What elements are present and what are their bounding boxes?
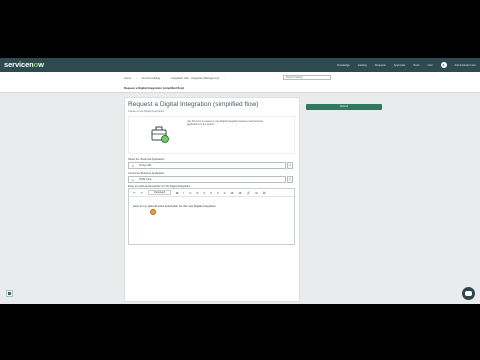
align-justify-icon[interactable]: ≡ bbox=[224, 191, 226, 195]
top-navigation: servicenow Knowledge Catalog Requests Ap… bbox=[0, 58, 480, 72]
nav-item-approvals[interactable]: Approvals bbox=[394, 64, 406, 67]
chevron-right-icon: › bbox=[135, 77, 137, 80]
servicenow-logo[interactable]: servicenow bbox=[4, 60, 44, 69]
table-icon[interactable]: ⊞ bbox=[255, 191, 258, 195]
nav-item-knowledge[interactable]: Knowledge bbox=[337, 64, 350, 67]
nav-items: Knowledge Catalog Requests Approvals Tou… bbox=[337, 58, 476, 72]
technical-application-value: Vinsys HR bbox=[139, 164, 152, 167]
breadcrumb-integration-hub[interactable]: Integration Hub - Integration Management bbox=[171, 77, 219, 80]
app-switcher-icon[interactable] bbox=[6, 290, 13, 297]
nav-item-tours[interactable]: Tours bbox=[413, 64, 419, 67]
search-input[interactable]: Search Catalog bbox=[283, 75, 331, 80]
briefcase-icon bbox=[151, 126, 169, 143]
description-editor[interactable]: ↶ ↷ Paragraph B I U S ≡ ≡ ≡ ≡ ≔ ≔ 🔗 ⊞ ⌘ bbox=[128, 188, 295, 245]
nav-item-catalog[interactable]: Catalog bbox=[358, 64, 367, 67]
redo-icon[interactable]: ↷ bbox=[141, 191, 144, 195]
required-icon: ● bbox=[132, 178, 134, 182]
form-hero-text: Use this form to request a new Digital I… bbox=[187, 120, 263, 127]
request-form-card: Request a Digital Integration (simplifie… bbox=[124, 97, 300, 302]
form-hero: Use this form to request a new Digital I… bbox=[128, 116, 295, 154]
chevron-right-icon: › bbox=[165, 77, 166, 80]
resize-handle-icon[interactable]: ⋰ bbox=[289, 239, 292, 243]
italic-button[interactable]: I bbox=[183, 191, 184, 195]
nav-item-requests[interactable]: Requests bbox=[375, 64, 386, 67]
undo-icon[interactable]: ↶ bbox=[133, 191, 136, 195]
technical-application-clear-button[interactable]: × bbox=[287, 162, 293, 169]
form-subtitle: Create a new Digital Integration bbox=[128, 110, 165, 113]
technical-application-select[interactable]: ● Vinsys HR bbox=[128, 162, 286, 169]
breadcrumb-service-catalog[interactable]: Service Catalog bbox=[142, 77, 160, 80]
underline-button[interactable]: U bbox=[189, 191, 191, 195]
align-left-icon[interactable]: ≡ bbox=[203, 191, 205, 195]
user-name[interactable]: Administrator User bbox=[455, 64, 476, 67]
nav-item-cart[interactable]: Cart bbox=[428, 64, 433, 67]
editor-content[interactable]: Here is my optional extra description fo… bbox=[133, 204, 216, 208]
field-consumer-application-label: Consumer Business Application bbox=[128, 172, 165, 175]
form-title: Request a Digital Integration (simplifie… bbox=[128, 101, 259, 108]
mouse-cursor-highlight bbox=[150, 209, 156, 215]
breadcrumb-home[interactable]: Home bbox=[124, 77, 131, 80]
field-technical-application-label: Select the Technical Application bbox=[128, 158, 165, 161]
bold-button[interactable]: B bbox=[176, 191, 178, 195]
page-title: Request a Digital Integration (simplifie… bbox=[124, 86, 184, 90]
editor-toolbar: ↶ ↷ Paragraph B I U S ≡ ≡ ≡ ≡ ≔ ≔ 🔗 ⊞ ⌘ bbox=[129, 189, 294, 197]
chat-icon[interactable] bbox=[462, 287, 475, 300]
required-icon: ● bbox=[132, 164, 134, 168]
consumer-application-clear-button[interactable]: × bbox=[287, 176, 293, 183]
consumer-application-value: ITSM Core bbox=[139, 178, 152, 181]
bullet-list-icon[interactable]: ≔ bbox=[230, 191, 233, 195]
link-icon[interactable]: 🔗 bbox=[246, 191, 250, 195]
breadcrumb-bar: Home › Service Catalog › Integration Hub… bbox=[0, 72, 480, 93]
code-icon[interactable]: ⌘ bbox=[263, 191, 266, 195]
submit-button[interactable]: Submit bbox=[306, 104, 382, 110]
breadcrumb: Home › Service Catalog › Integration Hub… bbox=[124, 77, 225, 80]
align-right-icon[interactable]: ≡ bbox=[217, 191, 219, 195]
consumer-application-select[interactable]: ● ITSM Core bbox=[128, 176, 286, 183]
video-frame: servicenow Knowledge Catalog Requests Ap… bbox=[0, 0, 480, 360]
avatar[interactable]: A bbox=[440, 62, 447, 68]
align-center-icon[interactable]: ≡ bbox=[210, 191, 212, 195]
chevron-right-icon: › bbox=[224, 77, 226, 80]
paragraph-select[interactable]: Paragraph bbox=[148, 190, 172, 195]
strikethrough-button[interactable]: S bbox=[196, 191, 198, 195]
browser-screen: servicenow Knowledge Catalog Requests Ap… bbox=[0, 58, 480, 304]
numbered-list-icon[interactable]: ≔ bbox=[238, 191, 241, 195]
